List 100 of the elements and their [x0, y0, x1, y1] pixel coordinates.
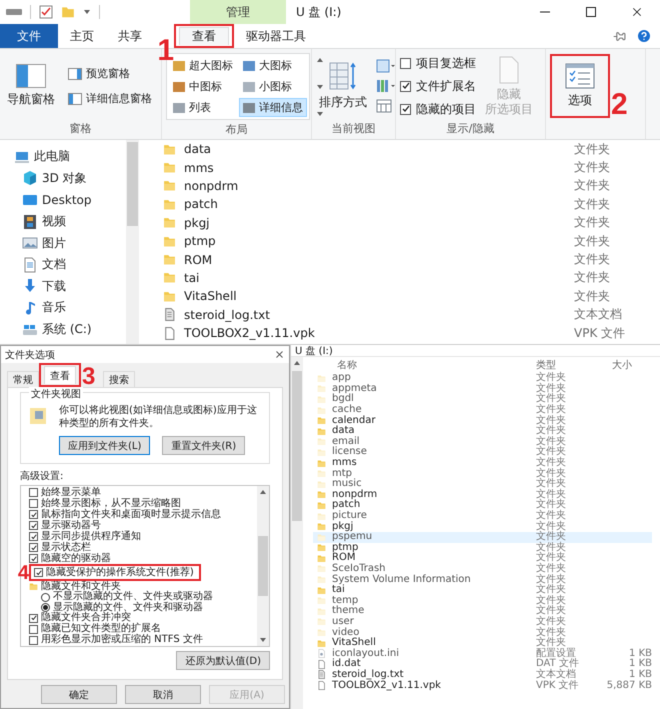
nav-item[interactable]: Desktop: [22, 189, 126, 211]
layout-option[interactable]: 详细信息: [239, 98, 307, 117]
layout-option[interactable]: 列表: [169, 98, 237, 117]
setting-label: 不显示隐藏的文件、文件夹或驱动器: [53, 592, 213, 602]
file-name[interactable]: user: [332, 616, 354, 627]
group-legend: 文件夹视图: [29, 387, 83, 401]
column-header[interactable]: 大小: [606, 358, 652, 372]
file-name[interactable]: iconlayout.ini: [332, 648, 400, 659]
file-type: 文件夹: [536, 373, 567, 384]
file-name[interactable]: cache: [332, 405, 362, 416]
nav-item[interactable]: 此电脑: [14, 146, 126, 168]
group-label: 布局: [224, 122, 248, 138]
file-name[interactable]: id.dat: [332, 659, 361, 670]
file-name[interactable]: ROM: [332, 553, 356, 564]
file-name[interactable]: pspemu: [332, 532, 372, 542]
nav-item[interactable]: 文档: [22, 254, 126, 276]
context-tab-header: 管理: [190, 0, 286, 24]
file-type: 文件夹: [574, 251, 611, 268]
file-name[interactable]: tai: [184, 270, 200, 285]
file-name[interactable]: patch: [184, 197, 218, 212]
file-name[interactable]: nonpdrm: [332, 490, 378, 500]
file-type: 配置设置: [536, 648, 576, 659]
nav-item[interactable]: 图片: [22, 232, 126, 254]
file-name[interactable]: ptmp: [332, 542, 358, 553]
dialog-tab[interactable]: 常规: [7, 371, 39, 387]
step-number: 2: [611, 90, 628, 120]
file-name[interactable]: picture: [332, 511, 367, 522]
file-name[interactable]: bgdl: [332, 394, 354, 404]
file-name[interactable]: temp: [332, 596, 358, 606]
file-name[interactable]: mtp: [332, 468, 352, 479]
pane-button[interactable]: 详细信息窗格: [64, 89, 156, 108]
layout-option[interactable]: 小图标: [239, 77, 307, 96]
layout-option[interactable]: 大图标: [239, 56, 307, 75]
file-name[interactable]: steroid_log.txt: [184, 308, 270, 322]
file-name[interactable]: ptmp: [184, 234, 216, 248]
dialog-tab[interactable]: 搜索: [103, 371, 135, 387]
navigation-pane-button[interactable]: 导航窗格: [4, 62, 58, 110]
dialog-tab[interactable]: 查看: [44, 366, 76, 384]
file-name[interactable]: SceIoTrash: [332, 564, 386, 574]
dialog-button[interactable]: 重置文件夹(R): [162, 436, 246, 455]
file-name[interactable]: nonpdrm: [184, 178, 238, 193]
file-name[interactable]: license: [332, 447, 367, 458]
ribbon-tab[interactable]: 查看: [179, 27, 229, 45]
layout-option[interactable]: 中图标: [169, 77, 237, 96]
column-header[interactable]: 名称: [313, 358, 536, 372]
file-type: 文件夹: [536, 585, 567, 596]
file-type: 文件夹: [536, 416, 567, 426]
file-type: 文件夹: [536, 426, 567, 436]
group-label: 显示/隐藏: [446, 121, 496, 137]
dialog-button[interactable]: 应用到文件夹(L): [59, 436, 150, 455]
file-name[interactable]: data: [184, 142, 212, 156]
file-name[interactable]: video: [332, 628, 360, 638]
file-type: 文件夹: [536, 628, 567, 638]
nav-item[interactable]: 3D 对象: [22, 168, 126, 190]
sort-button[interactable]: 排序方式: [316, 59, 370, 113]
restore-defaults-button[interactable]: 还原为默认值(D): [176, 651, 270, 670]
dialog-button[interactable]: 确定: [41, 685, 117, 704]
file-type: 文件夹: [536, 522, 567, 532]
file-name[interactable]: pkgj: [184, 216, 210, 230]
file-name[interactable]: calendar: [332, 416, 376, 426]
file-type: 文件夹: [536, 500, 567, 510]
nav-item[interactable]: 视频: [22, 210, 126, 232]
description-text: 你可以将此视图(如详细信息或图标)应用于这种类型的所有文件夹。: [59, 405, 258, 430]
file-type: 文件夹: [536, 405, 567, 416]
file-type: 文件夹: [536, 574, 567, 585]
file-name[interactable]: theme: [332, 606, 364, 616]
file-type: 文件夹: [536, 458, 567, 468]
nav-item[interactable]: 音乐: [22, 297, 126, 319]
group-label: 当前视图: [330, 121, 376, 137]
file-type: 文件夹: [536, 490, 567, 500]
options-button[interactable]: 选项: [555, 57, 605, 115]
ribbon-tab[interactable]: 文件: [0, 24, 58, 48]
column-header[interactable]: 类型: [536, 358, 606, 372]
file-name[interactable]: TOOLBOX2_v1.11.vpk: [332, 680, 441, 691]
file-name[interactable]: app: [332, 373, 351, 384]
file-name[interactable]: music: [332, 479, 362, 490]
file-type: 文件夹: [574, 232, 611, 250]
file-type: 文件夹: [536, 616, 567, 627]
file-type: 文件夹: [536, 384, 567, 394]
file-name[interactable]: VitaShell: [184, 289, 237, 304]
setting-label: 始终显示菜单: [41, 488, 101, 498]
file-name[interactable]: pkgj: [332, 522, 354, 532]
file-name[interactable]: TOOLBOX2_v1.11.vpk: [184, 326, 315, 340]
file-name[interactable]: data: [332, 426, 355, 436]
file-name[interactable]: steroid_log.txt: [332, 670, 404, 680]
file-name[interactable]: tai: [332, 585, 345, 596]
file-name[interactable]: email: [332, 436, 360, 447]
pane-button[interactable]: 预览窗格: [64, 64, 156, 83]
dialog-button[interactable]: 取消: [125, 685, 201, 704]
file-name[interactable]: mms: [184, 160, 214, 175]
file-name[interactable]: System Volume Information: [332, 574, 471, 585]
file-type: 文件夹: [536, 447, 567, 458]
file-name[interactable]: patch: [332, 500, 360, 510]
nav-item[interactable]: 系统 (C:): [22, 318, 126, 340]
file-name[interactable]: appmeta: [332, 384, 377, 394]
file-name[interactable]: ROM: [184, 252, 212, 267]
file-name[interactable]: mms: [332, 458, 357, 468]
setting-label: 显示驱动器号: [41, 520, 101, 530]
file-name[interactable]: VitaShell: [332, 638, 376, 648]
nav-item[interactable]: 下载: [22, 276, 126, 298]
